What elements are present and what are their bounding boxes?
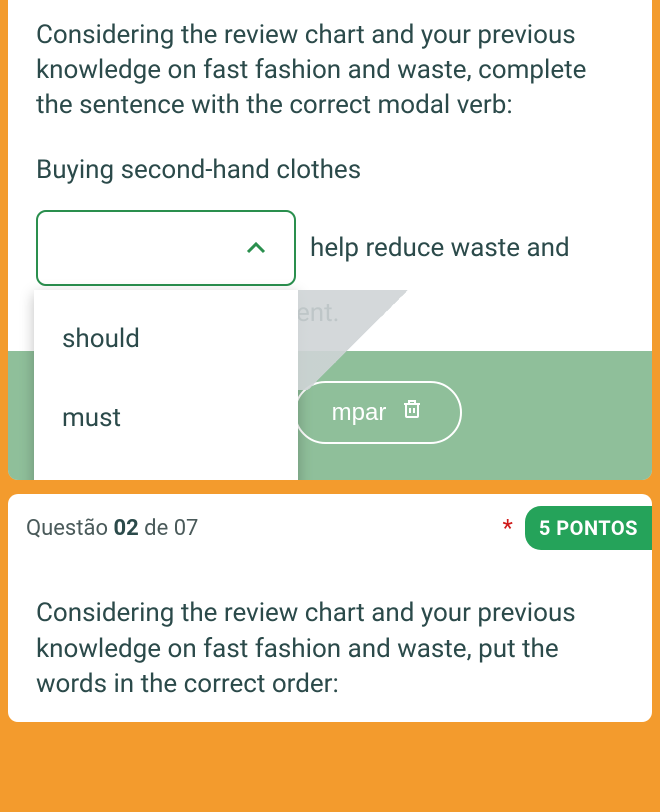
question-prompt-1: Considering the review chart and your pr… xyxy=(36,18,624,123)
sentence-lead: Buying second-hand clothes xyxy=(36,153,624,188)
dropdown-option-might[interactable]: might xyxy=(34,459,298,481)
sentence-after-select: help reduce waste and xyxy=(310,231,570,266)
question-number: Questão 02 de 07 xyxy=(26,516,198,541)
question-prompt-2: Considering the review chart and your pr… xyxy=(36,596,624,701)
dropdown-menu: should must might xyxy=(34,290,298,480)
modal-verb-select[interactable] xyxy=(36,210,296,286)
question-card-2: Questão 02 de 07 * 5 PONTOS Considering … xyxy=(8,494,652,721)
question-num: 02 xyxy=(113,516,138,541)
question-header-2: Questão 02 de 07 * 5 PONTOS xyxy=(8,494,652,562)
question-card-1: Considering the review chart and your pr… xyxy=(8,0,652,480)
dropdown-option-must[interactable]: must xyxy=(34,379,298,458)
question-label-prefix: Questão xyxy=(26,516,113,541)
question-of: de 07 xyxy=(139,516,199,541)
required-asterisk: * xyxy=(502,514,512,542)
question-body-1: Considering the review chart and your pr… xyxy=(8,0,652,351)
fill-line: should must might help reduce waste and xyxy=(36,210,624,286)
question-body-2: Considering the review chart and your pr… xyxy=(8,562,652,721)
clear-button[interactable]: mpar xyxy=(294,381,463,444)
chevron-up-icon xyxy=(244,236,268,260)
dropdown-option-should[interactable]: should xyxy=(34,300,298,379)
points-badge: 5 PONTOS xyxy=(525,506,652,550)
dropdown-wrap: should must might xyxy=(36,210,296,286)
trash-icon xyxy=(400,397,424,428)
clear-button-label: mpar xyxy=(332,399,387,427)
